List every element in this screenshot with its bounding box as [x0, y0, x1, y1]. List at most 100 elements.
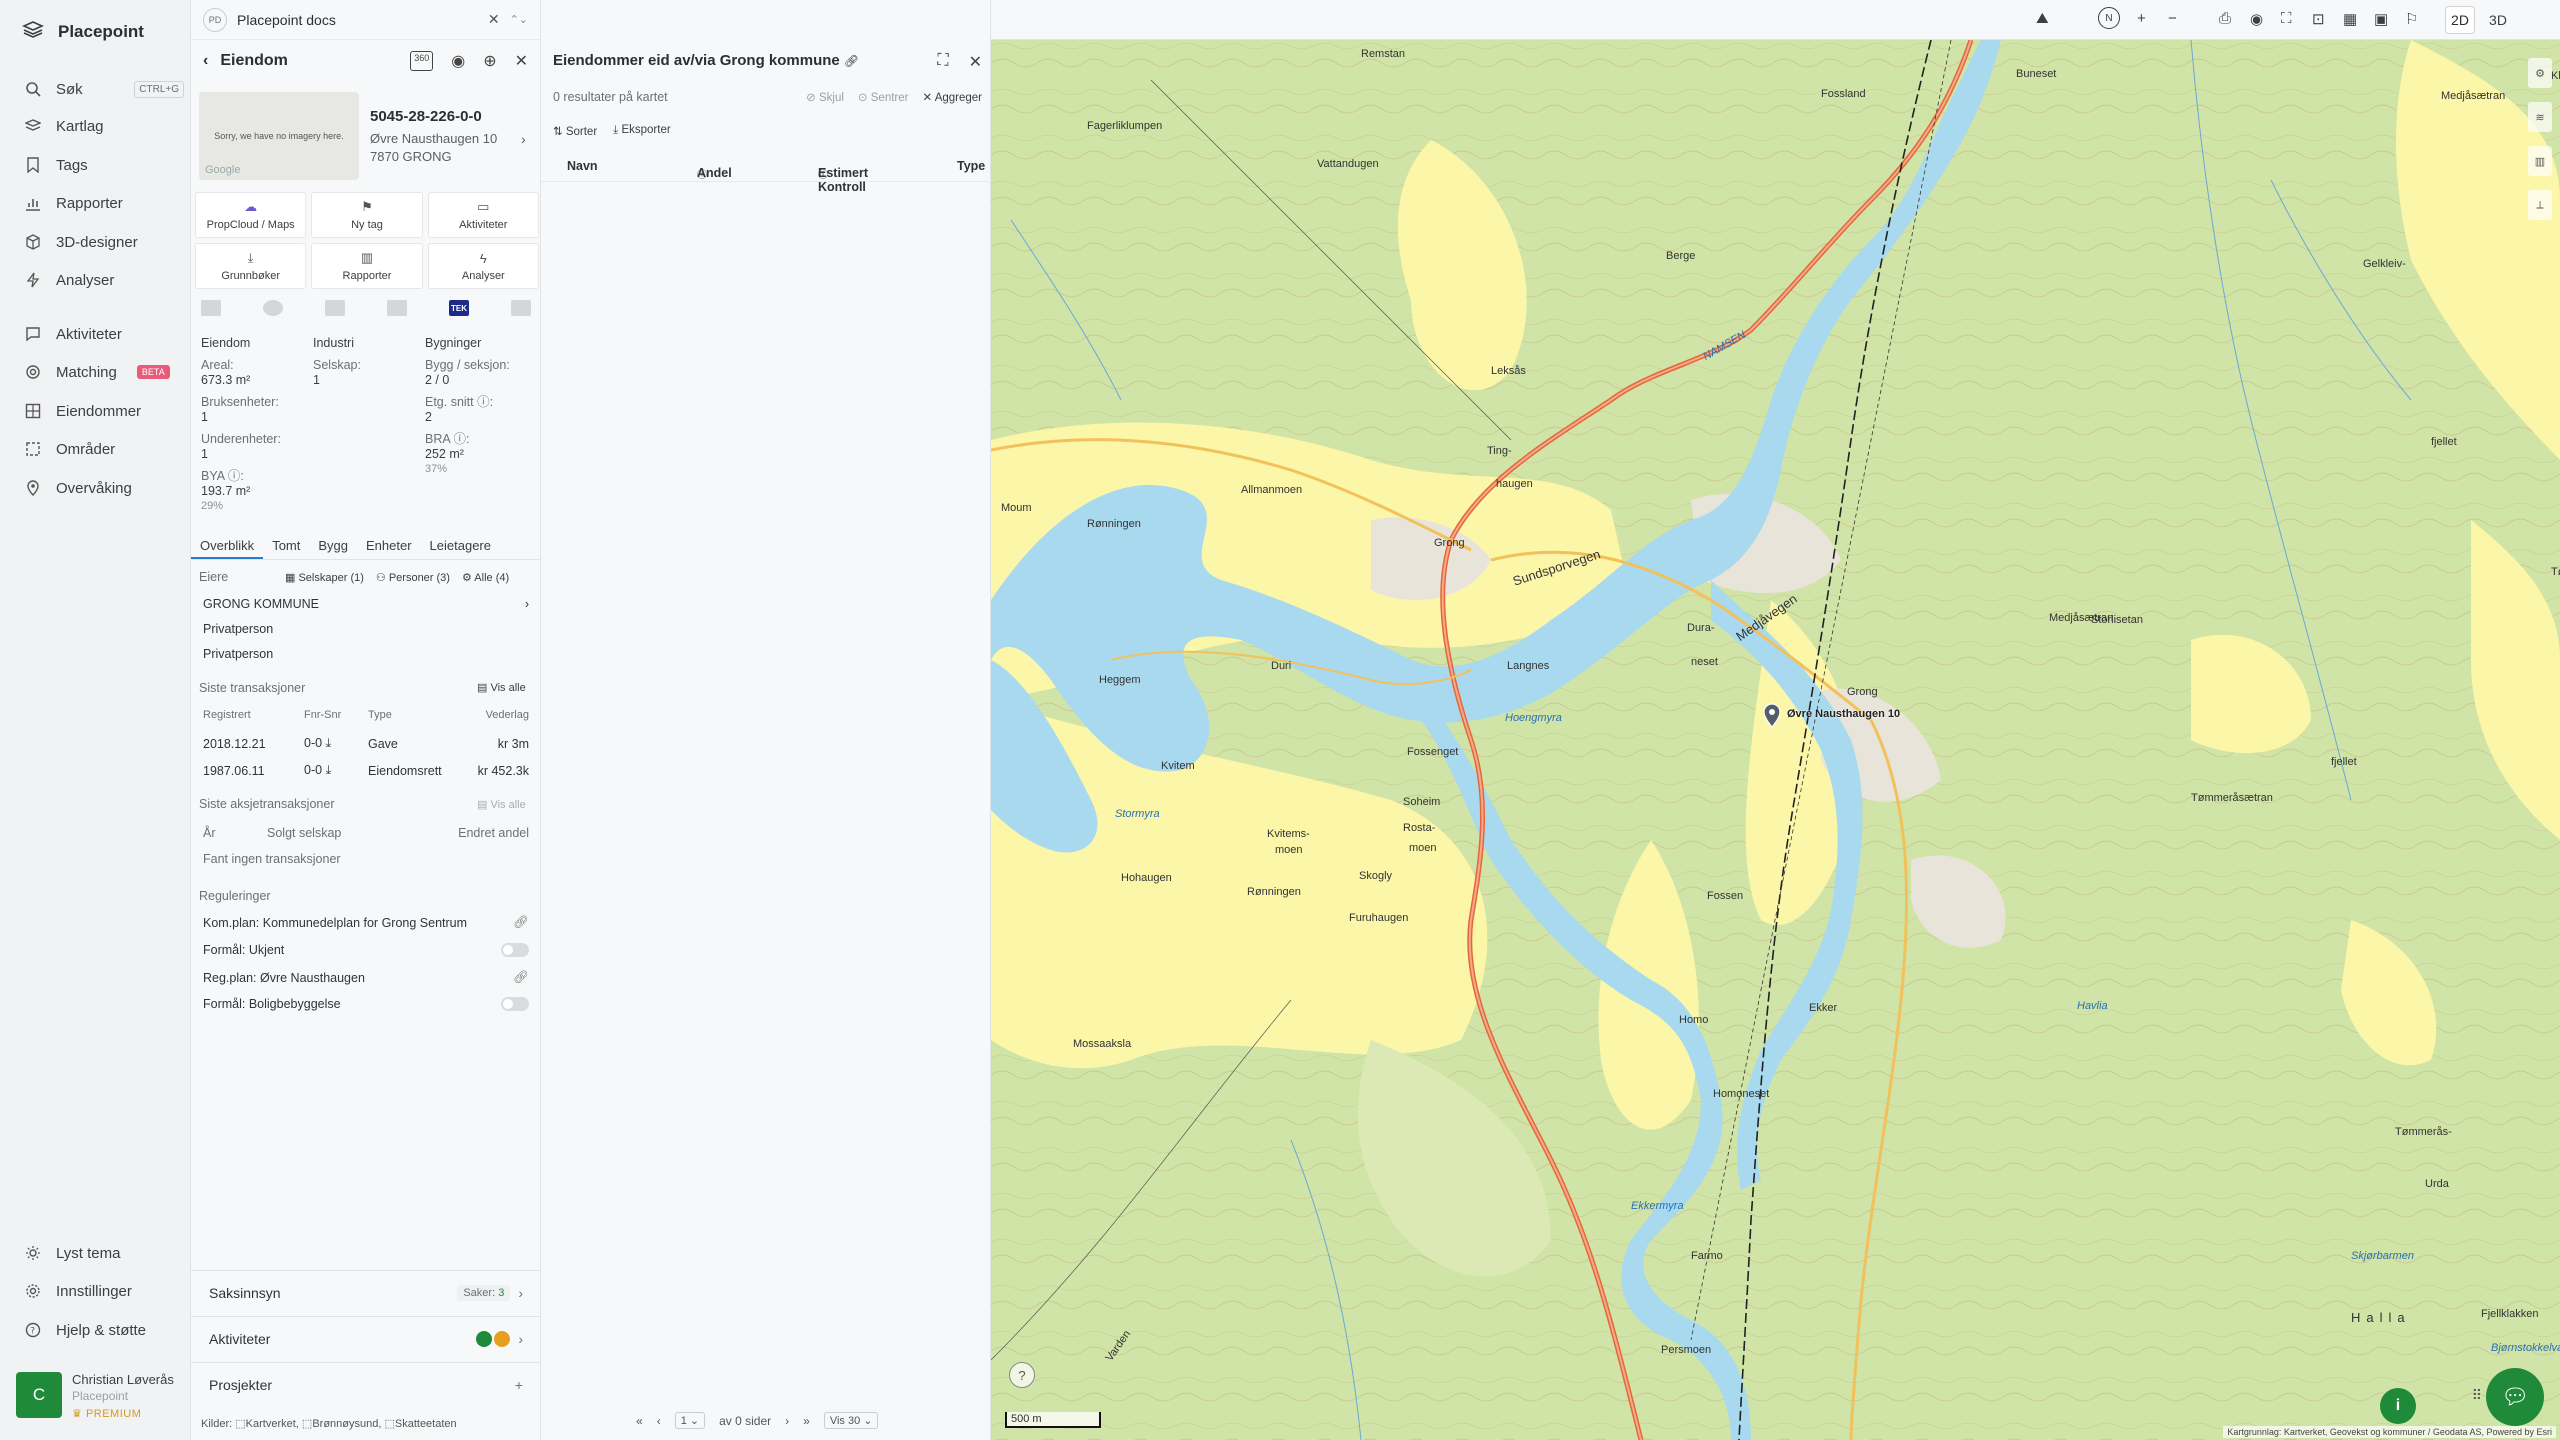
help-button[interactable]: ?: [1009, 1362, 1035, 1388]
nav-item-innstillinger[interactable]: Innstillinger: [24, 1278, 184, 1304]
eye-icon[interactable]: ◉: [451, 51, 465, 71]
360-icon[interactable]: 360: [410, 51, 434, 71]
bars-icon[interactable]: [387, 300, 407, 316]
next-page-icon[interactable]: ›: [785, 1414, 789, 1428]
camera-icon[interactable]: ⊡: [2312, 10, 2325, 28]
nav-item-eiendommer[interactable]: Eiendommer: [24, 398, 184, 424]
export-button[interactable]: ⤓ Eksporter: [613, 124, 671, 138]
filter-selskaper[interactable]: ▦ Selskaper (1): [285, 571, 364, 584]
link-icon[interactable]: 🔗︎: [513, 970, 529, 985]
layers-icon[interactable]: ≋: [2528, 102, 2552, 132]
nav-item-rapporter[interactable]: Rapporter: [24, 190, 184, 216]
formal-toggle[interactable]: [501, 997, 529, 1011]
zoom-in-icon[interactable]: +: [2137, 10, 2146, 27]
nav-item-matching[interactable]: Matching BETA: [24, 359, 184, 385]
globe-icon[interactable]: [263, 300, 283, 316]
tab-tomt[interactable]: Tomt: [263, 534, 309, 559]
nav-item-hjelp[interactable]: ? Hjelp & støtte: [24, 1317, 184, 1343]
formal-toggle[interactable]: [501, 943, 529, 957]
qr-icon[interactable]: ▣: [2374, 10, 2388, 28]
aggregate-button[interactable]: ✕ Aggreger: [922, 90, 982, 104]
expand-chevron-icon[interactable]: ⌃⌄: [510, 13, 528, 26]
map-pin-icon[interactable]: [1763, 702, 1781, 728]
source-link[interactable]: ⬚Brønnøysund,: [302, 1418, 382, 1430]
page-select[interactable]: 1 ⌄: [674, 1412, 706, 1429]
nav-item-analyser[interactable]: Analyser: [24, 267, 184, 293]
table-row[interactable]: 1987.06.11 0-0 ⤓ Eiendomsrett kr 452.3k: [203, 763, 529, 778]
back-icon[interactable]: ‹: [203, 52, 208, 70]
link-icon[interactable]: 🔗︎: [513, 915, 529, 930]
nav-item-omrader[interactable]: Områder: [24, 436, 184, 462]
compass-icon[interactable]: N: [2098, 7, 2120, 29]
transactions-show-all[interactable]: ▤ Vis alle: [477, 681, 526, 694]
tek-icon[interactable]: TEK: [449, 300, 469, 316]
fullscreen-icon[interactable]: ⛶: [2281, 10, 2292, 27]
nav-item-search[interactable]: Søk CTRL+G: [24, 76, 184, 102]
grunnboker-button[interactable]: ⤓ Grunnbøker: [195, 243, 307, 289]
tab-bygg[interactable]: Bygg: [309, 534, 357, 559]
brand[interactable]: Placepoint: [22, 20, 144, 43]
expand-icon[interactable]: ⛶: [937, 52, 948, 72]
hide-button[interactable]: ⊘ Skjul: [806, 90, 844, 104]
eye-icon[interactable]: ◉: [2250, 10, 2263, 28]
home-icon[interactable]: [511, 300, 531, 316]
map-canvas[interactable]: Remstan Fossland Buneset Klumpen Medjåsæ…: [991, 40, 2560, 1440]
analyses-button[interactable]: ϟ Analyser: [427, 243, 539, 289]
view-3d-button[interactable]: 3D: [2483, 6, 2513, 34]
close-icon[interactable]: ✕: [515, 51, 528, 71]
layers-3d-icon[interactable]: ⛰: [2036, 10, 2049, 27]
drag-handle-icon[interactable]: ⠿: [2472, 1387, 2482, 1404]
nav-item-tags[interactable]: Tags: [24, 152, 184, 178]
activities-button[interactable]: ▭ Aktiviteter: [427, 192, 539, 238]
table-row[interactable]: 2018.12.21 0-0 ⤓ Gave kr 3m: [203, 736, 529, 751]
source-link[interactable]: ⬚Skatteetaten: [384, 1418, 456, 1430]
col-type[interactable]: Type: [957, 159, 985, 173]
reports-button[interactable]: ▥ Rapporter: [311, 243, 423, 289]
add-icon[interactable]: ⊕: [483, 51, 496, 71]
print-icon[interactable]: ⎙: [2219, 10, 2231, 27]
owner-row[interactable]: Privatperson: [203, 622, 529, 636]
chart-icon[interactable]: ▥: [2528, 146, 2552, 176]
close-icon[interactable]: ✕: [969, 52, 982, 72]
tab-leietagere[interactable]: Leietagere: [421, 534, 500, 559]
tab-overblikk[interactable]: Overblikk: [191, 534, 264, 559]
link-icon[interactable]: 🔗︎: [844, 54, 859, 68]
first-page-icon[interactable]: «: [636, 1414, 643, 1428]
prosjekter-row[interactable]: Prosjekter +: [191, 1362, 541, 1406]
nav-item-kartlag[interactable]: Kartlag: [24, 113, 184, 139]
owner-row[interactable]: Privatperson: [203, 647, 529, 661]
chevron-right-icon[interactable]: ›: [521, 131, 526, 147]
source-icon[interactable]: [201, 300, 221, 316]
nav-item-lyst-tema[interactable]: Lyst tema: [24, 1240, 184, 1266]
zoom-out-icon[interactable]: −: [2168, 10, 2177, 27]
measure-icon[interactable]: ⟂: [2528, 190, 2552, 220]
plus-icon[interactable]: +: [515, 1377, 523, 1393]
aktiviteter-row[interactable]: Aktiviteter ›: [191, 1316, 541, 1360]
view-2d-button[interactable]: 2D: [2445, 6, 2475, 34]
per-page-select[interactable]: Vis 30 ⌄: [823, 1412, 879, 1429]
prev-page-icon[interactable]: ‹: [657, 1414, 661, 1428]
filter-alle[interactable]: ⚙ Alle (4): [462, 571, 509, 584]
nav-item-3d-designer[interactable]: 3D-designer: [24, 229, 184, 255]
tab-enheter[interactable]: Enheter: [357, 534, 421, 559]
crown-icon[interactable]: [325, 300, 345, 316]
download-icon[interactable]: ⤓: [326, 763, 332, 777]
nav-item-overvaking[interactable]: Overvåking: [24, 475, 184, 501]
owner-row[interactable]: GRONG KOMMUNE ›: [203, 597, 529, 611]
nav-item-aktiviteter[interactable]: Aktiviteter: [24, 321, 184, 347]
bookmark-icon[interactable]: ⚐: [2405, 10, 2418, 28]
center-button[interactable]: ⊙ Sentrer: [858, 90, 909, 104]
sort-button[interactable]: ⇅ Sorter: [553, 124, 597, 138]
chat-button[interactable]: 💬︎: [2486, 1368, 2544, 1426]
clear-icon[interactable]: ✕: [488, 11, 500, 28]
gear-icon[interactable]: ⚙: [2528, 58, 2552, 88]
download-icon[interactable]: ⤓: [326, 736, 332, 750]
user-profile[interactable]: C Christian Løverås Placepoint ♛ PREMIUM: [16, 1372, 174, 1420]
last-page-icon[interactable]: »: [803, 1414, 810, 1428]
col-navn[interactable]: Navn: [567, 159, 598, 173]
propcloud-button[interactable]: ☁ PropCloud / Maps: [195, 192, 307, 238]
docs-title[interactable]: Placepoint docs: [237, 12, 336, 28]
grid-icon[interactable]: ▦: [2343, 10, 2357, 28]
filter-personer[interactable]: ⚇ Personer (3): [376, 571, 450, 584]
source-link[interactable]: ⬚Kartverket,: [235, 1418, 299, 1430]
